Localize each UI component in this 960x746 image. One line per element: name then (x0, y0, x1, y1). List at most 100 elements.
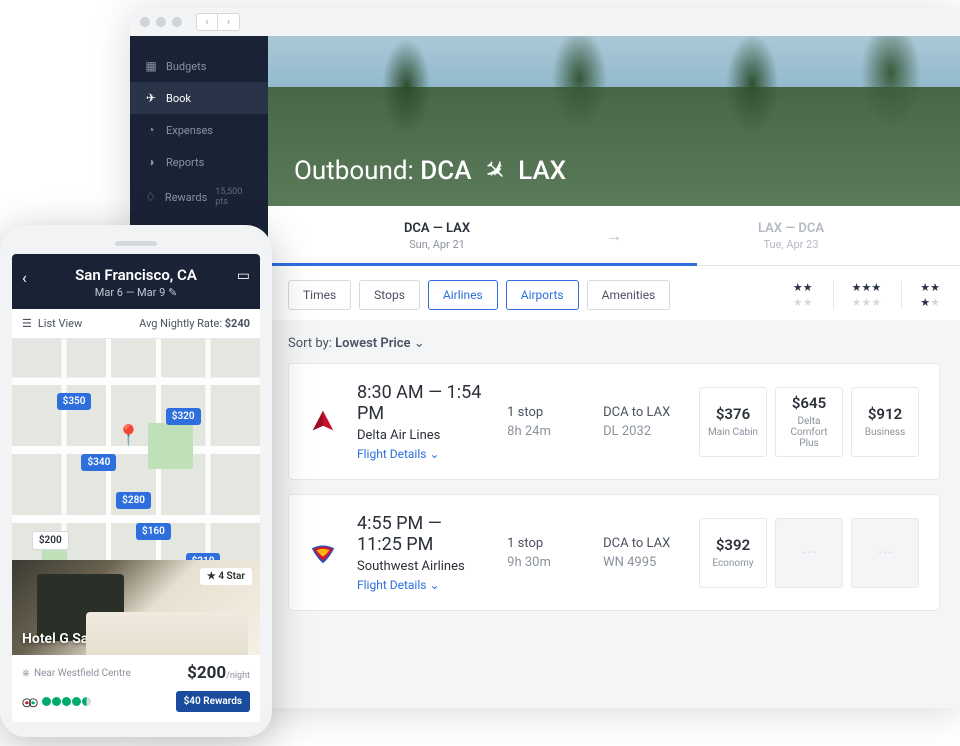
southwest-logo (309, 539, 337, 567)
filter-stops[interactable]: Stops (359, 280, 420, 310)
mobile-header: ‹ San Francisco, CA Mar 6 — Mar 9 ✎ ▭ (12, 254, 260, 309)
list-view-toggle[interactable]: ☰ List View (22, 317, 82, 330)
hero-banner: Outbound: DCA ✈ LAX (268, 36, 960, 206)
fare-option[interactable]: $376Main Cabin (699, 387, 767, 457)
rewards-icon: ♢ (144, 190, 157, 204)
price-pin[interactable]: $160 (136, 523, 171, 540)
flight-number: WN 4995 (603, 555, 679, 570)
hotel-image: ★ 4 Star Hotel G San Francisco (12, 560, 260, 655)
edit-icon: ✎ (168, 286, 177, 299)
expenses-icon: ◔ (144, 123, 158, 137)
star-badge: ★ 4 Star (200, 568, 252, 585)
segment-route: LAX — DCA (622, 221, 960, 236)
flight-times: 4:55 PM — 11:25 PM (357, 513, 487, 555)
flight-number: DL 2032 (603, 424, 679, 439)
tripadvisor-rating (22, 696, 91, 708)
hotel-map[interactable]: 📍 $350$320$340$280$200$160$210 ★ 4 Star … (12, 339, 260, 722)
delta-logo (309, 408, 337, 436)
fare-option[interactable]: $645Delta Comfort Plus (775, 387, 843, 457)
filter-airports[interactable]: Airports (506, 280, 579, 310)
flight-details-link[interactable]: Flight Details ⌄ (357, 447, 487, 461)
sidebar-item-label: Expenses (166, 124, 213, 137)
list-view-label: List View (38, 317, 82, 330)
price-pin[interactable]: $280 (116, 492, 151, 509)
list-icon: ☰ (22, 317, 32, 330)
mobile-screen: ‹ San Francisco, CA Mar 6 — Mar 9 ✎ ▭ ☰ … (12, 254, 260, 722)
flight-card: 4:55 PM — 11:25 PM Southwest Airlines Fl… (288, 494, 940, 611)
flight-duration: 8h 24m (507, 424, 583, 439)
rating-4[interactable]: ★★★★ (901, 281, 940, 309)
fare-option[interactable]: $912Business (851, 387, 919, 457)
sidebar-item-reports[interactable]: ◑ Reports (130, 146, 268, 178)
sidebar-item-budgets[interactable]: ▦ Budgets (130, 50, 268, 82)
sort-row[interactable]: Sort by: Lowest Price ⌄ (288, 336, 940, 351)
book-icon: ✈ (144, 91, 158, 105)
hero-origin: DCA (420, 156, 471, 186)
filter-airlines[interactable]: Airlines (428, 280, 498, 310)
filter-times[interactable]: Times (288, 280, 351, 310)
segment-date: Sun, Apr 21 (268, 238, 606, 251)
segment-active-indicator (268, 263, 697, 266)
chevron-down-icon: ⌄ (429, 578, 439, 592)
sidebar-item-label: Reports (166, 156, 204, 169)
price-pin[interactable]: $340 (81, 454, 116, 471)
nav-forward-button[interactable]: › (218, 13, 240, 31)
reports-icon: ◑ (144, 155, 158, 169)
view-toggle-bar: ☰ List View Avg Nightly Rate: $240 (12, 309, 260, 339)
chevron-down-icon: ⌄ (414, 336, 425, 351)
segment-route: DCA — LAX (268, 221, 606, 236)
window-dot (172, 17, 182, 27)
flight-airline: Delta Air Lines (357, 428, 487, 443)
segment-return[interactable]: LAX — DCA Tue, Apr 23 (622, 221, 960, 251)
flight-stops: 1 stop (507, 405, 583, 420)
map-pin-icon: 📍 (116, 423, 141, 447)
hotel-price: $200/night (187, 663, 250, 683)
segment-selector: DCA — LAX Sun, Apr 21 → LAX — DCA Tue, A… (268, 206, 960, 266)
flight-details-link[interactable]: Flight Details ⌄ (357, 578, 487, 592)
city-title: San Francisco, CA (22, 266, 250, 284)
sidebar-item-rewards[interactable]: ♢ Rewards 15,500 pts (130, 178, 268, 216)
nav-back-button[interactable]: ‹ (196, 13, 218, 31)
window-titlebar: ‹ › (130, 8, 960, 36)
date-range[interactable]: Mar 6 — Mar 9 ✎ (22, 286, 250, 299)
location-pin-icon: ⎈ (22, 668, 30, 679)
main-content: Outbound: DCA ✈ LAX DCA — LAX Sun, Apr 2… (268, 36, 960, 708)
arrow-right-icon: → (606, 226, 622, 246)
fare-option[interactable]: $392Economy (699, 518, 767, 588)
price-pin[interactable]: $200 (32, 531, 69, 550)
fare-empty: - - - (775, 518, 843, 588)
rating-2[interactable]: ★★★★ (775, 281, 813, 309)
hotel-card[interactable]: ★ 4 Star Hotel G San Francisco ⎈ Near We… (12, 560, 260, 722)
flight-stops: 1 stop (507, 536, 583, 551)
sidebar-item-book[interactable]: ✈ Book (130, 82, 268, 114)
sidebar-item-label: Rewards (165, 191, 207, 204)
airplane-icon: ✈ (476, 153, 513, 190)
segment-date: Tue, Apr 23 (622, 238, 960, 251)
sidebar-item-label: Budgets (166, 60, 206, 73)
back-button[interactable]: ‹ (22, 268, 27, 287)
filter-amenities[interactable]: Amenities (587, 280, 671, 310)
hero-destination: LAX (518, 156, 566, 186)
window-dot (156, 17, 166, 27)
price-pin[interactable]: $350 (57, 393, 92, 410)
chat-icon[interactable]: ▭ (237, 268, 250, 284)
sort-label: Sort by: (288, 336, 332, 351)
flight-route: DCA to LAX (603, 536, 679, 551)
tripadvisor-icon (22, 696, 38, 708)
avg-rate: Avg Nightly Rate: $240 (139, 317, 250, 330)
flight-card: 8:30 AM — 1:54 PM Delta Air Lines Flight… (288, 363, 940, 480)
sort-value: Lowest Price (335, 336, 410, 351)
rating-filters: ★★★★ ★★★★★★ ★★★★ (775, 281, 940, 309)
rewards-points: 15,500 pts (215, 187, 254, 207)
results-panel: Sort by: Lowest Price ⌄ 8:30 AM — 1:54 P… (268, 320, 960, 708)
hero-prefix: Outbound: (294, 156, 414, 186)
sidebar-item-expenses[interactable]: ◔ Expenses (130, 114, 268, 146)
rewards-button[interactable]: $40 Rewards (176, 691, 250, 712)
fare-empty: - - - (851, 518, 919, 588)
hotel-location: ⎈ Near Westfield Centre (22, 668, 131, 679)
price-pin[interactable]: $320 (166, 408, 201, 425)
filter-row: Times Stops Airlines Airports Amenities … (268, 266, 960, 320)
chevron-down-icon: ⌄ (429, 447, 439, 461)
rating-3[interactable]: ★★★★★★ (833, 281, 882, 309)
segment-outbound[interactable]: DCA — LAX Sun, Apr 21 (268, 221, 606, 251)
